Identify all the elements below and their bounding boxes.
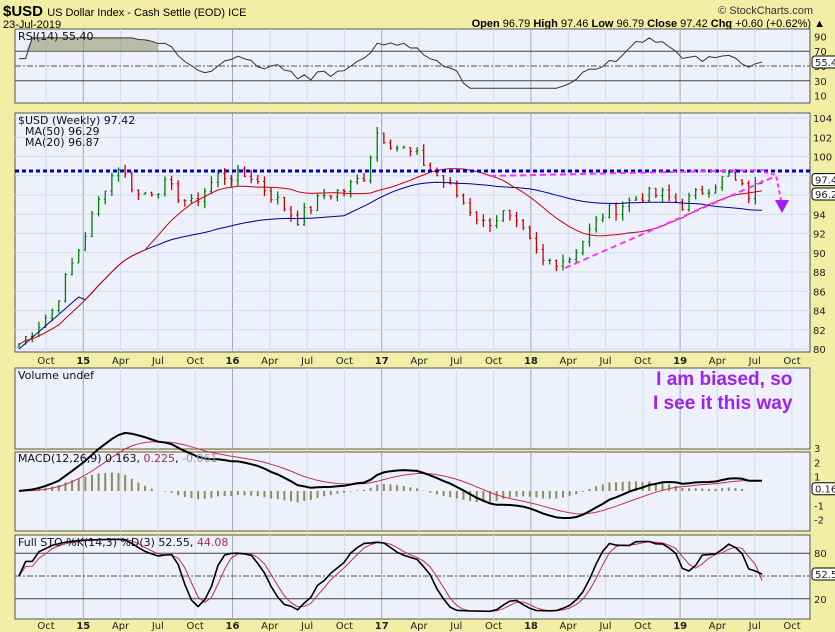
x-tick-label: Apr	[560, 356, 578, 367]
rsi-legend: RSI(14) 55.40	[18, 30, 93, 43]
ma-price-tag: 96.29	[815, 190, 835, 201]
x-tick-label: Oct	[187, 621, 204, 632]
x-tick-label: Jul	[449, 356, 462, 367]
sto-legend: Full STO %K(14,3) %D(3) 52.55, 44.08	[18, 536, 228, 549]
x-tick-label: 16	[226, 621, 240, 632]
x-tick-label: Jul	[748, 356, 761, 367]
sto-tag: 52.55	[815, 570, 835, 581]
macd-tick-label: 2	[814, 458, 820, 469]
y-tick-label: 86	[813, 287, 826, 298]
x-tick-label: Apr	[560, 621, 578, 632]
x-tick-label: 19	[673, 621, 687, 632]
y-tick-label: 88	[813, 268, 826, 279]
macd-tick-label: -1	[814, 501, 824, 512]
rsi-tag: 55.40	[815, 58, 835, 69]
x-tick-label: Apr	[261, 356, 279, 367]
x-tick-label: Oct	[783, 621, 800, 632]
x-tick-label: Jul	[598, 356, 611, 367]
x-tick-label: Oct	[336, 356, 353, 367]
x-tick-label: Apr	[709, 621, 727, 632]
x-tick-label: Jul	[300, 621, 313, 632]
panel-1	[14, 112, 811, 353]
x-tick-label: 16	[226, 356, 240, 367]
x-tick-label: Jul	[449, 621, 462, 632]
x-tick-label: Oct	[634, 356, 651, 367]
x-tick-label: Jul	[300, 356, 313, 367]
y-tick-label: 80	[813, 345, 826, 356]
x-tick-label: Oct	[336, 621, 353, 632]
x-tick-label: Apr	[410, 356, 428, 367]
y-tick-label: 100	[813, 153, 832, 164]
x-tick-label: Oct	[634, 621, 651, 632]
x-tick-label: Apr	[709, 356, 727, 367]
sto-tick-label: 20	[814, 595, 827, 606]
x-tick-label: 19	[673, 356, 687, 367]
y-tick-label: 90	[813, 249, 826, 260]
x-tick-label: Oct	[485, 621, 502, 632]
macd-legend: MACD(12,26,9) 0.163, 0.225, -0.061	[18, 452, 218, 465]
last-price-tag: 97.42	[815, 176, 835, 187]
x-tick-label: Oct	[187, 356, 204, 367]
y-tick-label: 94	[813, 210, 826, 221]
macd-tick-label: -2	[814, 516, 824, 527]
rsi-tick-label: 90	[814, 32, 827, 43]
x-tick-label: Oct	[37, 356, 54, 367]
macd-tick-label: 3	[814, 444, 820, 455]
x-tick-label: 15	[76, 356, 90, 367]
y-tick-label: 92	[813, 230, 826, 241]
x-tick-label: Apr	[261, 621, 279, 632]
x-tick-label: Apr	[112, 356, 130, 367]
x-tick-label: Jul	[151, 356, 164, 367]
y-tick-label: 84	[813, 307, 826, 318]
x-tick-label: Jul	[598, 621, 611, 632]
x-tick-label: 17	[375, 621, 389, 632]
ma20-legend: MA(20) 96.87	[25, 136, 100, 149]
x-tick-label: Jul	[151, 621, 164, 632]
rsi-tick-label: 10	[814, 92, 827, 103]
x-tick-label: 15	[76, 621, 90, 632]
y-tick-label: 82	[813, 326, 826, 337]
annotation-text: I am biased, so I see it this way	[653, 369, 793, 414]
sto-tick-label: 80	[814, 549, 827, 560]
x-tick-label: Oct	[37, 621, 54, 632]
chart-canvas: 10410210098969492908886848280OctOct1515A…	[14, 28, 835, 632]
x-tick-label: Oct	[783, 356, 800, 367]
x-tick-label: 18	[524, 621, 538, 632]
macd-tag: 0.163	[815, 485, 835, 496]
x-tick-label: Oct	[485, 356, 502, 367]
x-tick-label: 17	[375, 356, 389, 367]
x-tick-label: 18	[524, 356, 538, 367]
rsi-tick-label: 30	[814, 77, 827, 88]
volume-legend: Volume undef	[18, 369, 95, 382]
y-tick-label: 104	[813, 114, 832, 125]
x-tick-label: Jul	[748, 621, 761, 632]
y-tick-label: 102	[813, 133, 832, 144]
x-tick-label: Apr	[112, 621, 130, 632]
x-tick-label: Apr	[410, 621, 428, 632]
macd-tick-label: 1	[814, 473, 820, 484]
